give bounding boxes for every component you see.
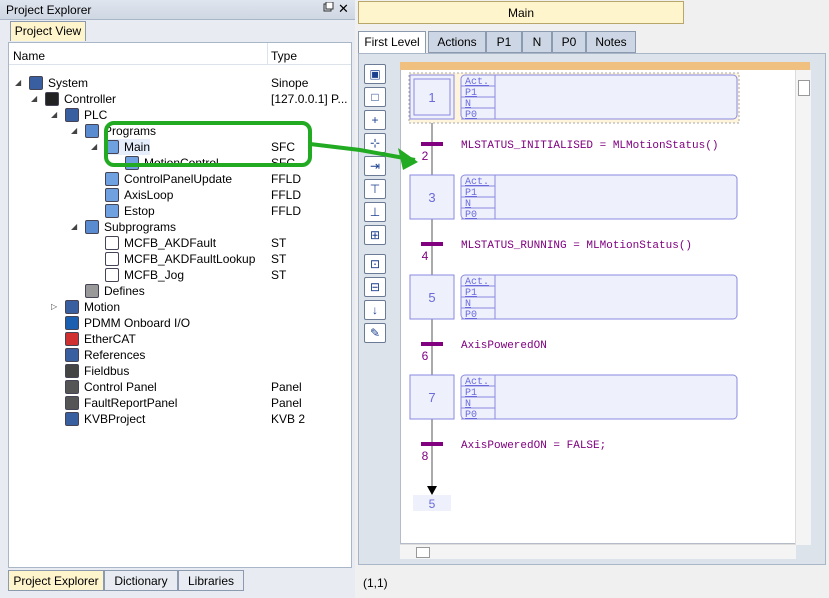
highlight-outline [104,121,312,167]
annotation-overlay [104,121,418,170]
